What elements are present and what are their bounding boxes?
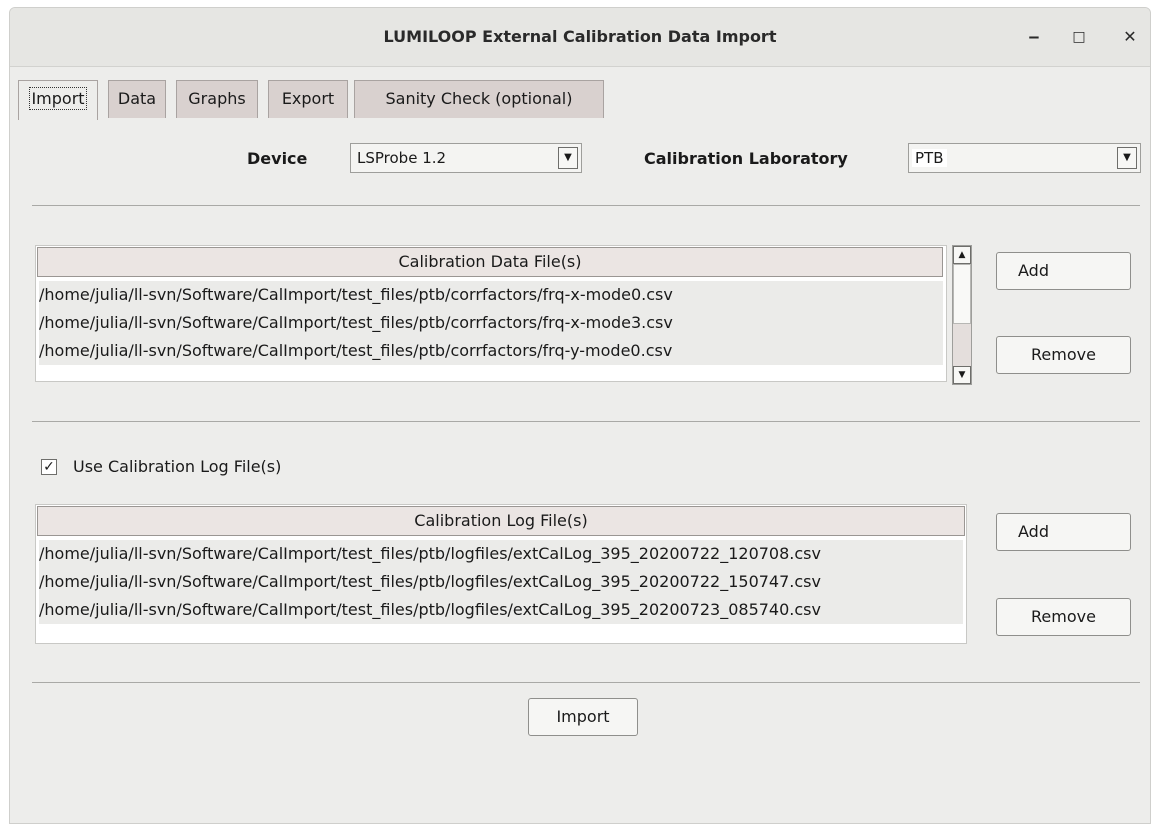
list-item[interactable]: /home/julia/ll-svn/Software/CalImport/te… <box>39 337 943 365</box>
list-item[interactable]: /home/julia/ll-svn/Software/CalImport/te… <box>39 281 943 309</box>
use-log-label[interactable]: Use Calibration Log File(s) <box>73 457 281 476</box>
add-log-button[interactable]: Add <box>996 513 1131 551</box>
device-value: LSProbe 1.2 <box>357 149 447 167</box>
list-item[interactable]: /home/julia/ll-svn/Software/CalImport/te… <box>39 540 963 568</box>
list-item[interactable]: /home/julia/ll-svn/Software/CalImport/te… <box>39 568 963 596</box>
calibration-log-header[interactable]: Calibration Log File(s) <box>37 506 965 536</box>
close-icon[interactable]: ✕ <box>1118 25 1142 49</box>
window-title: LUMILOOP External Calibration Data Impor… <box>383 27 777 46</box>
remove-data-button[interactable]: Remove <box>996 336 1131 374</box>
scroll-thumb[interactable] <box>953 264 971 324</box>
divider <box>32 421 1140 422</box>
import-button[interactable]: Import <box>528 698 638 736</box>
scroll-up-icon[interactable]: ▲ <box>953 246 971 264</box>
list-item[interactable]: /home/julia/ll-svn/Software/CalImport/te… <box>39 309 943 337</box>
use-log-checkbox[interactable]: ✓ <box>41 459 57 475</box>
calibration-data-list[interactable]: Calibration Data File(s) /home/julia/ll-… <box>35 245 947 382</box>
add-data-button[interactable]: Add <box>996 252 1131 290</box>
divider <box>32 205 1140 206</box>
device-dropdown[interactable]: LSProbe 1.2 ▼ <box>350 143 582 173</box>
calibration-log-list[interactable]: Calibration Log File(s) /home/julia/ll-s… <box>35 504 967 644</box>
maximize-icon[interactable]: □ <box>1067 25 1091 49</box>
tab-export[interactable]: Export <box>268 80 348 118</box>
remove-log-button[interactable]: Remove <box>996 598 1131 636</box>
calibration-data-scrollbar[interactable]: ▲ ▼ <box>952 245 972 385</box>
scroll-down-icon[interactable]: ▼ <box>953 366 971 384</box>
device-label: Device <box>247 149 308 168</box>
tab-data[interactable]: Data <box>108 80 166 118</box>
laboratory-value: PTB <box>912 149 947 167</box>
minimize-icon[interactable]: ‒ <box>1022 25 1046 49</box>
laboratory-dropdown[interactable]: PTB ▼ <box>908 143 1141 173</box>
tab-import[interactable]: Import <box>18 80 98 120</box>
tab-graphs[interactable]: Graphs <box>176 80 258 118</box>
title-bar: LUMILOOP External Calibration Data Impor… <box>10 8 1150 67</box>
calibration-data-header[interactable]: Calibration Data File(s) <box>37 247 943 277</box>
chevron-down-icon[interactable]: ▼ <box>558 147 578 169</box>
list-item[interactable]: /home/julia/ll-svn/Software/CalImport/te… <box>39 596 963 624</box>
divider <box>32 682 1140 683</box>
laboratory-label: Calibration Laboratory <box>644 149 848 168</box>
app-window: LUMILOOP External Calibration Data Impor… <box>9 7 1151 824</box>
chevron-down-icon[interactable]: ▼ <box>1117 147 1137 169</box>
tab-sanity-check[interactable]: Sanity Check (optional) <box>354 80 604 118</box>
